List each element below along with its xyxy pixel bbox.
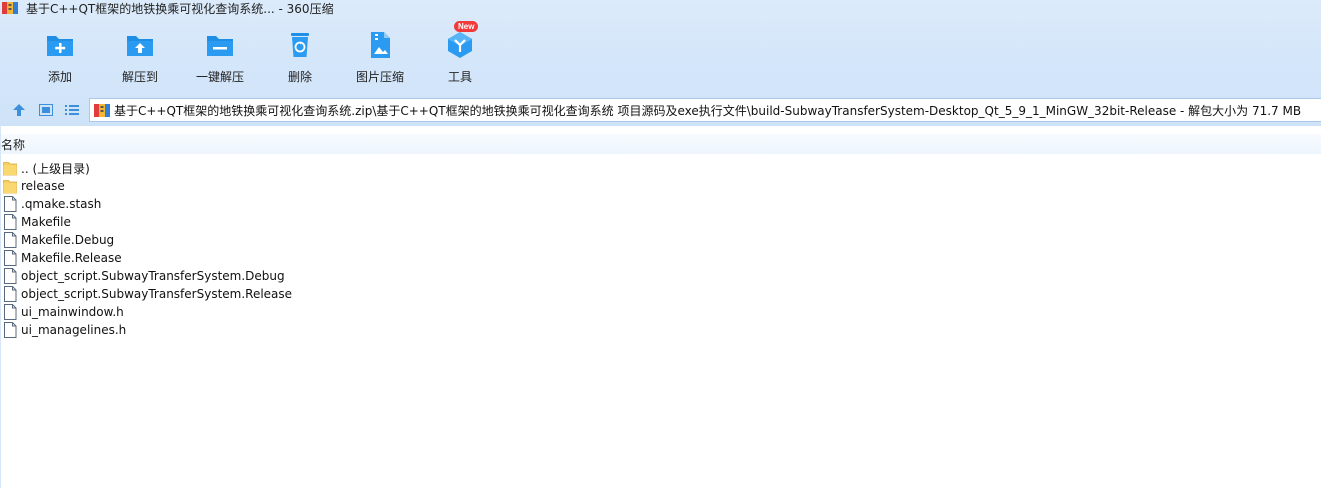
arrow-up-icon bbox=[13, 104, 25, 116]
file-icon bbox=[4, 196, 17, 212]
extract-to-button[interactable]: 解压到 bbox=[100, 26, 180, 86]
window-chrome: 基于C++QT框架的地铁换乘可视化查询系统... - 360压缩 添加 解压到 bbox=[0, 0, 1321, 126]
file-row[interactable]: object_script.SubwayTransferSystem.Debug bbox=[3, 267, 292, 285]
file-icon bbox=[4, 304, 17, 320]
extract-to-label: 解压到 bbox=[121, 70, 158, 84]
path-bar[interactable]: 基于C++QT框架的地铁换乘可视化查询系统.zip\基于C++QT框架的地铁换乘… bbox=[89, 98, 1321, 122]
file-name: object_script.SubwayTransferSystem.Relea… bbox=[21, 287, 293, 301]
file-icon bbox=[4, 322, 17, 338]
one-click-extract-label: 一键解压 bbox=[195, 70, 244, 84]
image-compress-button[interactable]: 图片压缩 bbox=[340, 26, 420, 86]
extract-to-icon bbox=[127, 36, 153, 56]
file-icon bbox=[4, 286, 17, 302]
navigation-row: 基于C++QT框架的地铁换乘可视化查询系统.zip\基于C++QT框架的地铁换乘… bbox=[0, 96, 1321, 124]
file-name: .qmake.stash bbox=[21, 197, 102, 211]
file-rows: .. (上级目录) release .qmake.stash Makefile Make… bbox=[3, 159, 292, 339]
add-icon bbox=[47, 36, 73, 56]
list-view-button[interactable] bbox=[63, 101, 81, 119]
divider bbox=[0, 126, 1, 488]
file-row[interactable]: ui_managelines.h bbox=[3, 321, 292, 339]
tools-button[interactable]: New 工具 bbox=[420, 21, 500, 86]
new-badge: New bbox=[454, 21, 479, 32]
folder-row[interactable]: release bbox=[3, 177, 292, 195]
archive-app-icon bbox=[2, 2, 18, 14]
column-header-name[interactable]: 名称 bbox=[0, 136, 25, 153]
delete-button[interactable]: 删除 bbox=[260, 26, 340, 86]
file-icon bbox=[4, 268, 17, 284]
add-label: 添加 bbox=[47, 70, 72, 84]
toolbar: 添加 解压到 一键解压 删除 图片压缩 New 工具 bbox=[20, 21, 500, 86]
file-list: 名称 .. (上级目录) release .qmake.stash Makefile M… bbox=[0, 126, 1321, 488]
file-name: Makefile bbox=[21, 215, 71, 229]
list-view-icon bbox=[65, 105, 79, 115]
one-click-extract-icon bbox=[207, 36, 233, 56]
file-name: Makefile.Release bbox=[21, 251, 122, 265]
thumbnail-view-icon bbox=[39, 104, 53, 116]
folder-icon bbox=[3, 162, 17, 176]
add-button[interactable]: 添加 bbox=[20, 26, 100, 86]
file-name: .. (上级目录) bbox=[21, 161, 90, 176]
file-row[interactable]: Makefile.Release bbox=[3, 249, 292, 267]
one-click-extract-button[interactable]: 一键解压 bbox=[180, 26, 260, 86]
file-icon bbox=[4, 232, 17, 248]
file-name: object_script.SubwayTransferSystem.Debug bbox=[21, 269, 285, 283]
file-icon bbox=[4, 250, 17, 266]
file-row[interactable]: Makefile bbox=[3, 213, 292, 231]
title-bar: 基于C++QT框架的地铁换乘可视化查询系统... - 360压缩 bbox=[0, 0, 1321, 16]
file-icon bbox=[4, 214, 17, 230]
file-row[interactable]: object_script.SubwayTransferSystem.Relea… bbox=[3, 285, 292, 303]
window-title: 基于C++QT框架的地铁换乘可视化查询系统... - 360压缩 bbox=[26, 1, 334, 16]
file-row[interactable]: ui_mainwindow.h bbox=[3, 303, 292, 321]
tools-label: 工具 bbox=[447, 70, 472, 84]
folder-icon bbox=[3, 180, 17, 194]
delete-label: 删除 bbox=[287, 70, 312, 84]
file-row[interactable]: Makefile.Debug bbox=[3, 231, 292, 249]
file-name: release bbox=[21, 179, 65, 193]
zip-archive-icon bbox=[94, 103, 110, 117]
up-level-button[interactable] bbox=[10, 101, 28, 119]
file-name: Makefile.Debug bbox=[21, 233, 115, 247]
image-compress-label: 图片压缩 bbox=[355, 70, 404, 84]
file-name: ui_managelines.h bbox=[21, 323, 127, 337]
detail-view-button[interactable] bbox=[37, 101, 55, 119]
path-text: 基于C++QT框架的地铁换乘可视化查询系统.zip\基于C++QT框架的地铁换乘… bbox=[114, 103, 1302, 118]
delete-icon bbox=[291, 33, 309, 57]
folder-row[interactable]: .. (上级目录) bbox=[3, 159, 292, 177]
tools-icon bbox=[448, 32, 472, 58]
image-compress-icon bbox=[371, 32, 390, 58]
file-name: ui_mainwindow.h bbox=[21, 305, 124, 319]
file-row[interactable]: .qmake.stash bbox=[3, 195, 292, 213]
list-header: 名称 bbox=[0, 134, 1321, 154]
